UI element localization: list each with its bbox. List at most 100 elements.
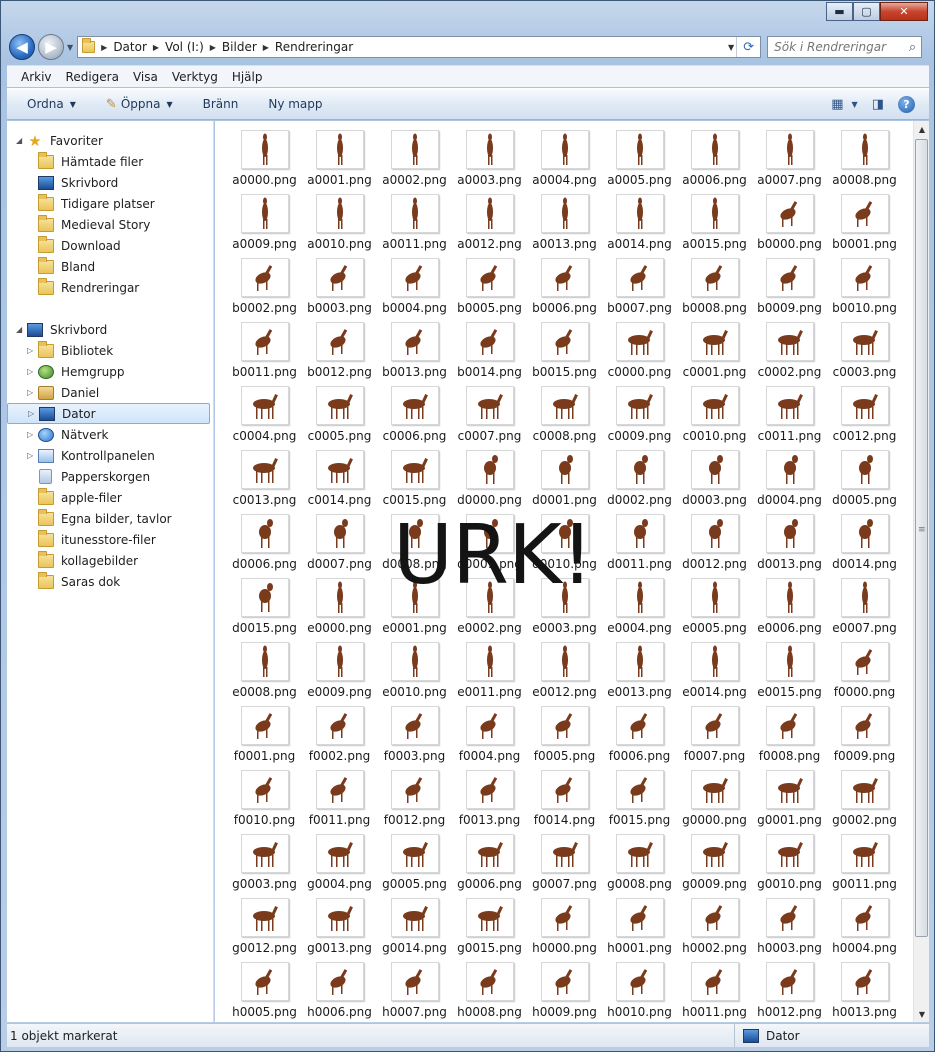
file-item[interactable]: a0004.png bbox=[527, 130, 602, 194]
file-item[interactable]: h0009.png bbox=[527, 962, 602, 1022]
file-item[interactable]: e0008.png bbox=[227, 642, 302, 706]
file-item[interactable]: b0012.png bbox=[302, 322, 377, 386]
file-item[interactable]: c0004.png bbox=[227, 386, 302, 450]
file-item[interactable]: f0002.png bbox=[302, 706, 377, 770]
file-item[interactable]: f0010.png bbox=[227, 770, 302, 834]
sidebar-item-bibliotek[interactable]: ▷ Bibliotek bbox=[7, 340, 213, 361]
menu-verktyg[interactable]: Verktyg bbox=[172, 70, 218, 84]
file-item[interactable]: e0000.png bbox=[302, 578, 377, 642]
file-item[interactable]: c0010.png bbox=[677, 386, 752, 450]
sidebar-item-saras-dok[interactable]: Saras dok bbox=[7, 571, 213, 592]
file-item[interactable]: h0006.png bbox=[302, 962, 377, 1022]
file-item[interactable]: b0009.png bbox=[752, 258, 827, 322]
expand-triangle-icon[interactable]: ▷ bbox=[27, 430, 33, 439]
organize-button[interactable]: Ordna ▼ bbox=[27, 97, 76, 111]
sidebar-item-hamtade-filer[interactable]: Hämtade filer bbox=[7, 151, 213, 172]
file-item[interactable]: g0003.png bbox=[227, 834, 302, 898]
file-item[interactable]: c0015.png bbox=[377, 450, 452, 514]
file-item[interactable]: f0011.png bbox=[302, 770, 377, 834]
file-item[interactable]: a0015.png bbox=[677, 194, 752, 258]
file-item[interactable]: d0007.png bbox=[302, 514, 377, 578]
breadcrumb-separator-icon[interactable]: ▶ bbox=[263, 43, 269, 52]
file-item[interactable]: d0013.png bbox=[752, 514, 827, 578]
file-item[interactable]: d0001.png bbox=[527, 450, 602, 514]
file-item[interactable]: f0000.png bbox=[827, 642, 902, 706]
file-item[interactable]: a0002.png bbox=[377, 130, 452, 194]
sidebar-item-itunesstore-filer[interactable]: itunesstore-filer bbox=[7, 529, 213, 550]
file-item[interactable]: d0006.png bbox=[227, 514, 302, 578]
file-item[interactable]: h0008.png bbox=[452, 962, 527, 1022]
file-item[interactable]: a0012.png bbox=[452, 194, 527, 258]
new-folder-button[interactable]: Ny mapp bbox=[268, 97, 322, 111]
view-dropdown-icon[interactable]: ▼ bbox=[852, 100, 858, 109]
file-item[interactable]: c0000.png bbox=[602, 322, 677, 386]
breadcrumb-rendreringar[interactable]: Rendreringar bbox=[275, 40, 353, 54]
file-item[interactable]: b0004.png bbox=[377, 258, 452, 322]
sidebar-item-egna-bilder-tavlor[interactable]: Egna bilder, tavlor bbox=[7, 508, 213, 529]
file-item[interactable]: a0000.png bbox=[227, 130, 302, 194]
collapse-triangle-icon[interactable]: ◢ bbox=[16, 325, 22, 334]
file-item[interactable]: h0003.png bbox=[752, 898, 827, 962]
file-item[interactable]: c0007.png bbox=[452, 386, 527, 450]
scroll-thumb[interactable] bbox=[915, 139, 928, 937]
file-item[interactable]: e0003.png bbox=[527, 578, 602, 642]
file-item[interactable]: g0004.png bbox=[302, 834, 377, 898]
breadcrumb-bilder[interactable]: Bilder bbox=[222, 40, 257, 54]
file-item[interactable]: f0014.png bbox=[527, 770, 602, 834]
file-item[interactable]: d0002.png bbox=[602, 450, 677, 514]
file-item[interactable]: f0003.png bbox=[377, 706, 452, 770]
file-item[interactable]: e0006.png bbox=[752, 578, 827, 642]
file-item[interactable]: a0013.png bbox=[527, 194, 602, 258]
file-item[interactable]: a0011.png bbox=[377, 194, 452, 258]
file-item[interactable]: a0003.png bbox=[452, 130, 527, 194]
file-item[interactable]: b0006.png bbox=[527, 258, 602, 322]
file-item[interactable]: e0013.png bbox=[602, 642, 677, 706]
file-item[interactable]: g0006.png bbox=[452, 834, 527, 898]
file-item[interactable]: e0005.png bbox=[677, 578, 752, 642]
file-item[interactable]: e0010.png bbox=[377, 642, 452, 706]
vertical-scrollbar[interactable]: ▲ ▼ bbox=[913, 121, 929, 1022]
expand-triangle-icon[interactable]: ▷ bbox=[27, 451, 33, 460]
expand-triangle-icon[interactable]: ▷ bbox=[28, 409, 34, 418]
file-item[interactable]: a0010.png bbox=[302, 194, 377, 258]
file-list-view[interactable]: a0000.png a0001.png a0002.png a0003.png a000… bbox=[215, 121, 913, 1022]
sidebar-item-bland[interactable]: Bland bbox=[7, 256, 213, 277]
sidebar-item-skrivbord[interactable]: Skrivbord bbox=[7, 172, 213, 193]
menu-visa[interactable]: Visa bbox=[133, 70, 158, 84]
breadcrumb-separator-icon[interactable]: ▶ bbox=[153, 43, 159, 52]
sidebar-item-hemgrupp[interactable]: ▷ Hemgrupp bbox=[7, 361, 213, 382]
file-item[interactable]: c0008.png bbox=[527, 386, 602, 450]
file-item[interactable]: e0009.png bbox=[302, 642, 377, 706]
breadcrumb-dator[interactable]: Dator bbox=[113, 40, 147, 54]
file-item[interactable]: h0012.png bbox=[752, 962, 827, 1022]
scroll-down-icon[interactable]: ▼ bbox=[914, 1006, 930, 1022]
file-item[interactable]: e0015.png bbox=[752, 642, 827, 706]
collapse-triangle-icon[interactable]: ◢ bbox=[16, 136, 22, 145]
menu-arkiv[interactable]: Arkiv bbox=[21, 70, 52, 84]
file-item[interactable]: d0009.png bbox=[452, 514, 527, 578]
file-item[interactable]: h0004.png bbox=[827, 898, 902, 962]
file-item[interactable]: a0005.png bbox=[602, 130, 677, 194]
file-item[interactable]: c0009.png bbox=[602, 386, 677, 450]
file-item[interactable]: b0015.png bbox=[527, 322, 602, 386]
file-item[interactable]: g0007.png bbox=[527, 834, 602, 898]
file-item[interactable]: b0013.png bbox=[377, 322, 452, 386]
file-item[interactable]: d0003.png bbox=[677, 450, 752, 514]
breadcrumb-separator-icon[interactable]: ▶ bbox=[101, 43, 107, 52]
file-item[interactable]: b0008.png bbox=[677, 258, 752, 322]
sidebar-item-papperskorgen[interactable]: Papperskorgen bbox=[7, 466, 213, 487]
file-item[interactable]: h0002.png bbox=[677, 898, 752, 962]
file-item[interactable]: b0007.png bbox=[602, 258, 677, 322]
burn-button[interactable]: Bränn bbox=[203, 97, 239, 111]
file-item[interactable]: g0015.png bbox=[452, 898, 527, 962]
file-item[interactable]: c0002.png bbox=[752, 322, 827, 386]
forward-button[interactable]: ▶ bbox=[38, 34, 64, 60]
file-item[interactable]: c0012.png bbox=[827, 386, 902, 450]
menu-hjalp[interactable]: Hjälp bbox=[232, 70, 263, 84]
file-item[interactable]: d0010.png bbox=[527, 514, 602, 578]
file-item[interactable]: h0001.png bbox=[602, 898, 677, 962]
minimize-button[interactable]: ▬ bbox=[826, 2, 853, 21]
file-item[interactable]: e0012.png bbox=[527, 642, 602, 706]
file-item[interactable]: a0014.png bbox=[602, 194, 677, 258]
file-item[interactable]: c0005.png bbox=[302, 386, 377, 450]
